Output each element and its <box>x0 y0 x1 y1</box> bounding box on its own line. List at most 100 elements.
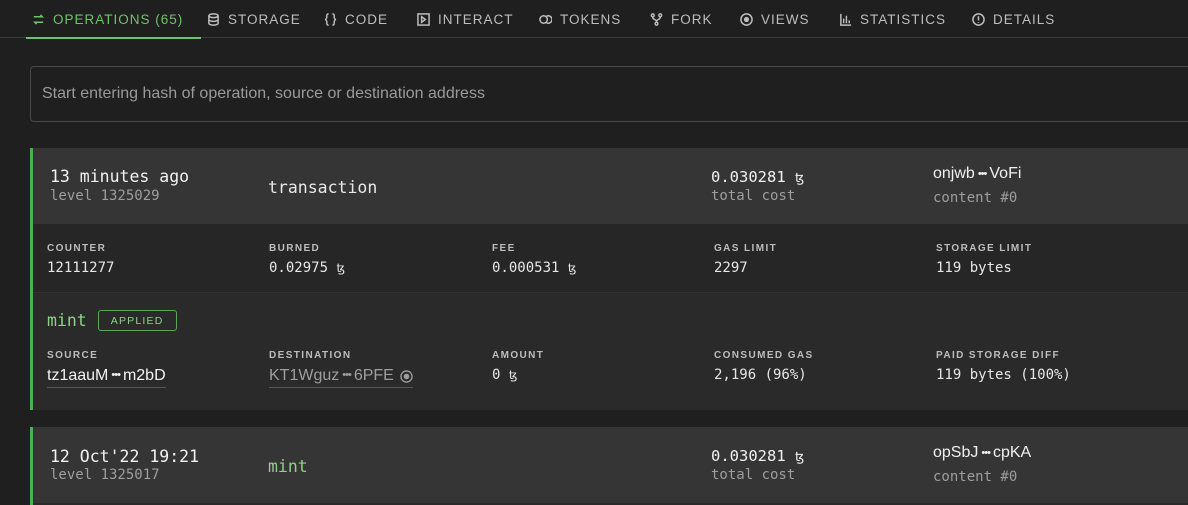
hash-end: cpKA <box>992 444 1032 461</box>
database-icon <box>208 12 219 26</box>
fork-icon <box>650 12 663 26</box>
source-address[interactable]: tz1aauM ••• m2bD <box>47 367 166 388</box>
fee-value: 0.000531 ꜩ <box>492 260 576 276</box>
operation-level: level 1325017 <box>50 467 160 483</box>
operation-header[interactable]: 12 Oct'22 19:21 level 1325017 mint 0.030… <box>33 427 1188 503</box>
operation-header[interactable]: 13 minutes ago level 1325029 transaction… <box>33 148 1188 224</box>
counter-field: COUNTER 12111277 <box>47 243 114 276</box>
tab-label: VIEWS <box>761 11 810 27</box>
content-index: content #0 <box>933 190 1018 206</box>
operation-kind: transaction <box>268 178 378 197</box>
burned-label: BURNED <box>269 243 321 254</box>
consumed-gas-label: CONSUMED GAS <box>714 350 814 361</box>
burned-amount: 0.02975 <box>269 260 329 276</box>
hash-end: VoFi <box>989 165 1022 182</box>
storage-limit-label: STORAGE LIMIT <box>936 243 1033 254</box>
gas-limit-label: GAS LIMIT <box>714 243 778 254</box>
destination-address[interactable]: KT1Wguz ••• 6PFE <box>269 367 413 388</box>
paid-storage-field: PAID STORAGE DIFF 119 bytes (100%) <box>936 350 1071 383</box>
operation-card[interactable]: 13 minutes ago level 1325029 transaction… <box>30 148 1188 410</box>
source-field: SOURCE tz1aauM ••• m2bD <box>47 350 166 388</box>
amount-value: 0 ꜩ <box>492 367 544 383</box>
source-value[interactable]: tz1aauM ••• m2bD <box>47 367 166 388</box>
ellipsis: ••• <box>111 369 121 381</box>
consumed-gas-field: CONSUMED GAS 2,196 (96%) <box>714 350 814 383</box>
gas-limit-field: GAS LIMIT 2297 <box>714 243 777 276</box>
tab-views[interactable]: VIEWS <box>740 0 810 38</box>
info-icon <box>972 12 985 26</box>
operation-details: mint APPLIED SOURCE tz1aauM ••• m2bD DESTI… <box>33 292 1188 410</box>
total-cost: 0.030281 ꜩ <box>711 168 804 186</box>
hash-start: onjwb <box>933 165 975 182</box>
hash-start: opSbJ <box>933 444 979 461</box>
operation-level: level 1325029 <box>50 188 160 204</box>
tez-icon: ꜩ <box>795 171 805 186</box>
operation-card[interactable]: 12 Oct'22 19:21 level 1325017 mint 0.030… <box>30 427 1188 505</box>
tab-label: OPERATIONS (65) <box>53 11 184 27</box>
tab-bar: OPERATIONS (65) STORAGE CODE INTERACT TO… <box>0 0 1188 39</box>
paid-storage-value: 119 bytes (100%) <box>936 367 1071 383</box>
ellipsis: ••• <box>977 168 988 180</box>
target-icon[interactable] <box>400 369 413 383</box>
tab-label: FORK <box>671 11 713 27</box>
tab-storage[interactable]: STORAGE <box>207 0 301 38</box>
total-cost-value: 0.030281 <box>711 447 786 465</box>
status-badge: APPLIED <box>97 310 177 331</box>
tab-label: INTERACT <box>438 11 514 27</box>
operation-time: 13 minutes ago <box>50 167 190 186</box>
gas-limit-value: 2297 <box>714 260 748 276</box>
operation-time: 12 Oct'22 19:21 <box>50 447 200 466</box>
tez-icon: ꜩ <box>336 261 345 275</box>
total-cost-label: total cost <box>711 188 796 204</box>
source-label: SOURCE <box>47 350 99 361</box>
tab-label: STATISTICS <box>860 11 947 27</box>
storage-limit-field: STORAGE LIMIT 119 bytes <box>936 243 1032 276</box>
tab-label: TOKENS <box>560 11 622 27</box>
tab-details[interactable]: DETAILS <box>972 0 1055 38</box>
tez-icon: ꜩ <box>567 261 577 275</box>
search-input[interactable] <box>30 66 1188 122</box>
address-end: m2bD <box>122 367 166 384</box>
swap-icon <box>32 13 45 25</box>
operation-hash[interactable]: onjwb ••• VoFi <box>933 165 1021 183</box>
operation-hash[interactable]: opSbJ ••• cpKA <box>933 444 1031 462</box>
amount-field: AMOUNT 0 ꜩ <box>492 350 544 383</box>
ellipsis: ••• <box>342 369 352 381</box>
storage-limit-value: 119 bytes <box>936 260 1012 276</box>
tab-operations[interactable]: OPERATIONS (65) <box>25 0 202 39</box>
amount-number: 0 <box>492 367 501 383</box>
operation-params: COUNTER 12111277 BURNED 0.02975 ꜩ FEE 0.… <box>33 224 1188 292</box>
counter-value: 12111277 <box>47 260 115 276</box>
tez-icon: ꜩ <box>508 368 518 382</box>
burned-value: 0.02975 ꜩ <box>269 260 345 276</box>
braces-icon <box>324 12 337 26</box>
amount-label: AMOUNT <box>492 350 545 361</box>
destination-value[interactable]: KT1Wguz ••• 6PFE <box>269 367 413 388</box>
tab-label: STORAGE <box>228 11 301 27</box>
burned-field: BURNED 0.02975 ꜩ <box>269 243 345 276</box>
fee-field: FEE 0.000531 ꜩ <box>492 243 576 276</box>
total-cost: 0.030281 ꜩ <box>711 447 804 465</box>
entrypoint: mint APPLIED <box>47 310 177 331</box>
tab-code[interactable]: CODE <box>324 0 388 38</box>
entrypoint-name: mint <box>47 311 87 330</box>
fee-label: FEE <box>492 243 516 254</box>
coins-icon <box>539 14 552 24</box>
paid-storage-label: PAID STORAGE DIFF <box>936 350 1060 361</box>
address-start: KT1Wguz <box>269 367 340 384</box>
tab-fork[interactable]: FORK <box>650 0 713 38</box>
tab-label: CODE <box>345 11 389 27</box>
address-start: tz1aauM <box>47 367 109 384</box>
tab-statistics[interactable]: STATISTICS <box>839 0 946 38</box>
total-cost-value: 0.030281 <box>711 168 786 186</box>
counter-label: COUNTER <box>47 243 107 254</box>
play-square-icon <box>417 12 430 26</box>
address-end: 6PFE <box>353 367 394 384</box>
tab-interact[interactable]: INTERACT <box>417 0 514 38</box>
consumed-gas-value: 2,196 (96%) <box>714 367 807 383</box>
tab-tokens[interactable]: TOKENS <box>539 0 621 38</box>
tab-label: DETAILS <box>993 11 1056 27</box>
total-cost-label: total cost <box>711 467 796 483</box>
tez-icon: ꜩ <box>795 450 805 465</box>
bar-chart-icon <box>840 13 852 26</box>
